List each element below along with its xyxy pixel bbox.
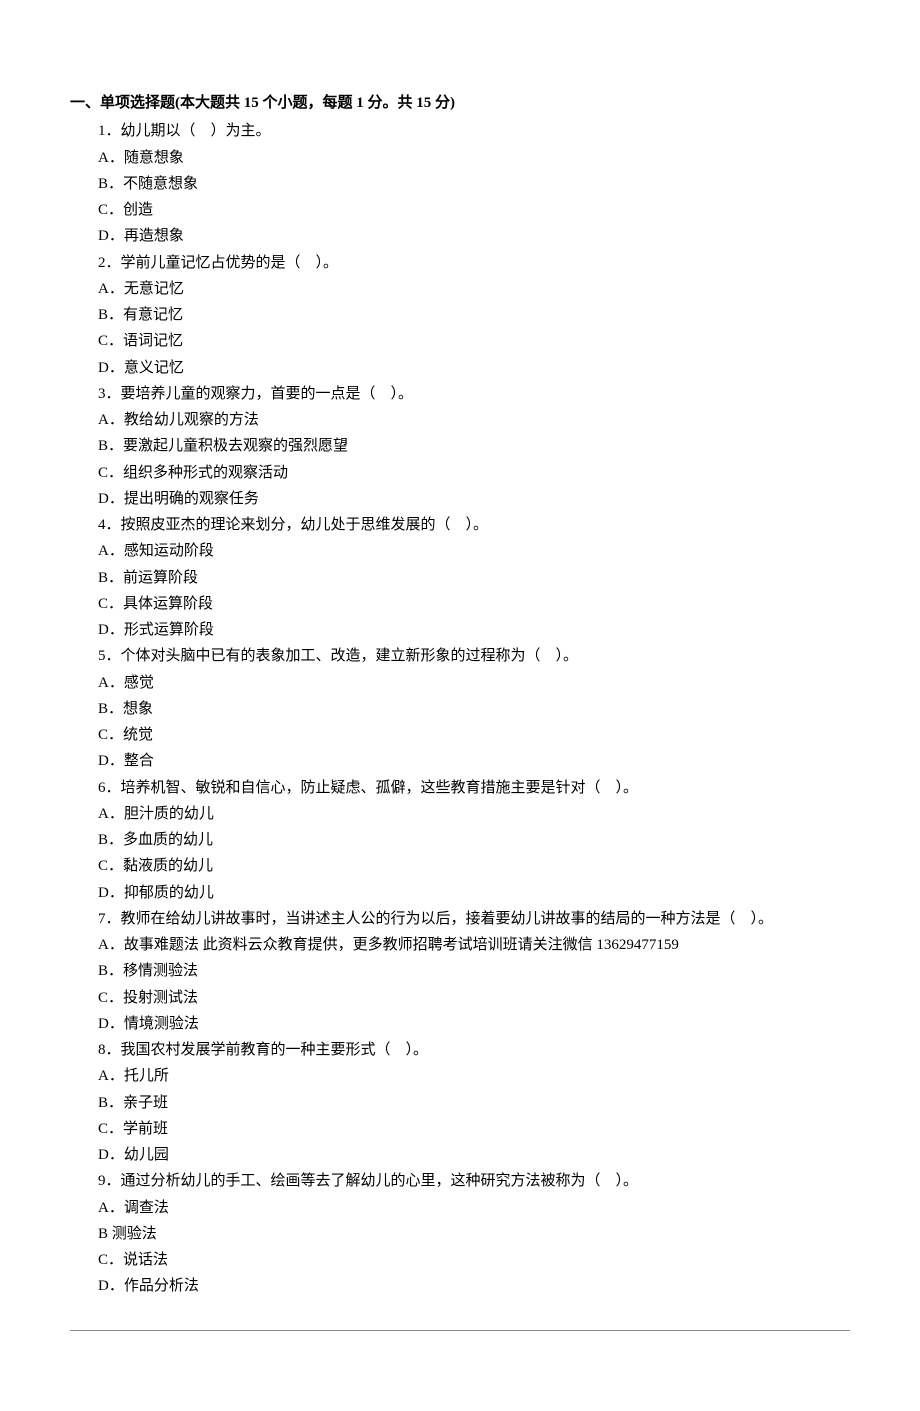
option-b: B．有意记忆 (98, 302, 850, 328)
option-d: D．意义记忆 (98, 355, 850, 381)
question-stem: 3．要培养儿童的观察力，首要的一点是（ ）。 (98, 381, 850, 407)
question-stem: 1．幼儿期以（ ）为主。 (98, 118, 850, 144)
option-c: C．黏液质的幼儿 (98, 853, 850, 879)
option-a: A．无意记忆 (98, 276, 850, 302)
option-d: D．提出明确的观察任务 (98, 486, 850, 512)
option-b: B．前运算阶段 (98, 565, 850, 591)
option-c: C．学前班 (98, 1116, 850, 1142)
footer-divider (70, 1330, 850, 1331)
question-stem: 4．按照皮亚杰的理论来划分，幼儿处于思维发展的（ ）。 (98, 512, 850, 538)
question-block: 1．幼儿期以（ ）为主。 A．随意想象 B．不随意想象 C．创造 D．再造想象 … (70, 118, 850, 1299)
option-a: A．感觉 (98, 670, 850, 696)
option-c: C．创造 (98, 197, 850, 223)
option-a: A．调查法 (98, 1195, 850, 1221)
section-title: 一、单项选择题(本大题共 15 个小题，每题 1 分。共 15 分) (70, 90, 850, 116)
option-d: D．作品分析法 (98, 1273, 850, 1299)
option-d: D．幼儿园 (98, 1142, 850, 1168)
option-a: A．故事难题法 此资料云众教育提供，更多教师招聘考试培训班请关注微信 13629… (98, 932, 850, 958)
option-b: B．移情测验法 (98, 958, 850, 984)
option-c: C．语词记忆 (98, 328, 850, 354)
option-c: C．组织多种形式的观察活动 (98, 460, 850, 486)
option-c: C．投射测试法 (98, 985, 850, 1011)
option-c: C．统觉 (98, 722, 850, 748)
question-stem: 2．学前儿童记忆占优势的是（ ）。 (98, 250, 850, 276)
option-d: D．形式运算阶段 (98, 617, 850, 643)
option-b: B 测验法 (98, 1221, 850, 1247)
option-b: B．多血质的幼儿 (98, 827, 850, 853)
option-c: C．具体运算阶段 (98, 591, 850, 617)
question-stem: 8．我国农村发展学前教育的一种主要形式（ ）。 (98, 1037, 850, 1063)
option-a: A．感知运动阶段 (98, 538, 850, 564)
option-b: B．不随意想象 (98, 171, 850, 197)
option-b: B．亲子班 (98, 1090, 850, 1116)
option-d: D．抑郁质的幼儿 (98, 880, 850, 906)
option-d: D．再造想象 (98, 223, 850, 249)
option-a: A．托儿所 (98, 1063, 850, 1089)
option-d: D．情境测验法 (98, 1011, 850, 1037)
option-a: A．教给幼儿观察的方法 (98, 407, 850, 433)
option-c: C．说话法 (98, 1247, 850, 1273)
option-b: B．想象 (98, 696, 850, 722)
question-stem: 7．教师在给幼儿讲故事时，当讲述主人公的行为以后，接着要幼儿讲故事的结局的一种方… (98, 906, 850, 932)
option-b: B．要激起儿童积极去观察的强烈愿望 (98, 433, 850, 459)
option-a: A．胆汁质的幼儿 (98, 801, 850, 827)
option-a: A．随意想象 (98, 145, 850, 171)
question-stem: 5．个体对头脑中已有的表象加工、改造，建立新形象的过程称为（ ）。 (98, 643, 850, 669)
question-stem: 9．通过分析幼儿的手工、绘画等去了解幼儿的心里，这种研究方法被称为（ ）。 (98, 1168, 850, 1194)
question-stem: 6．培养机智、敏锐和自信心，防止疑虑、孤僻，这些教育措施主要是针对（ ）。 (98, 775, 850, 801)
option-d: D．整合 (98, 748, 850, 774)
